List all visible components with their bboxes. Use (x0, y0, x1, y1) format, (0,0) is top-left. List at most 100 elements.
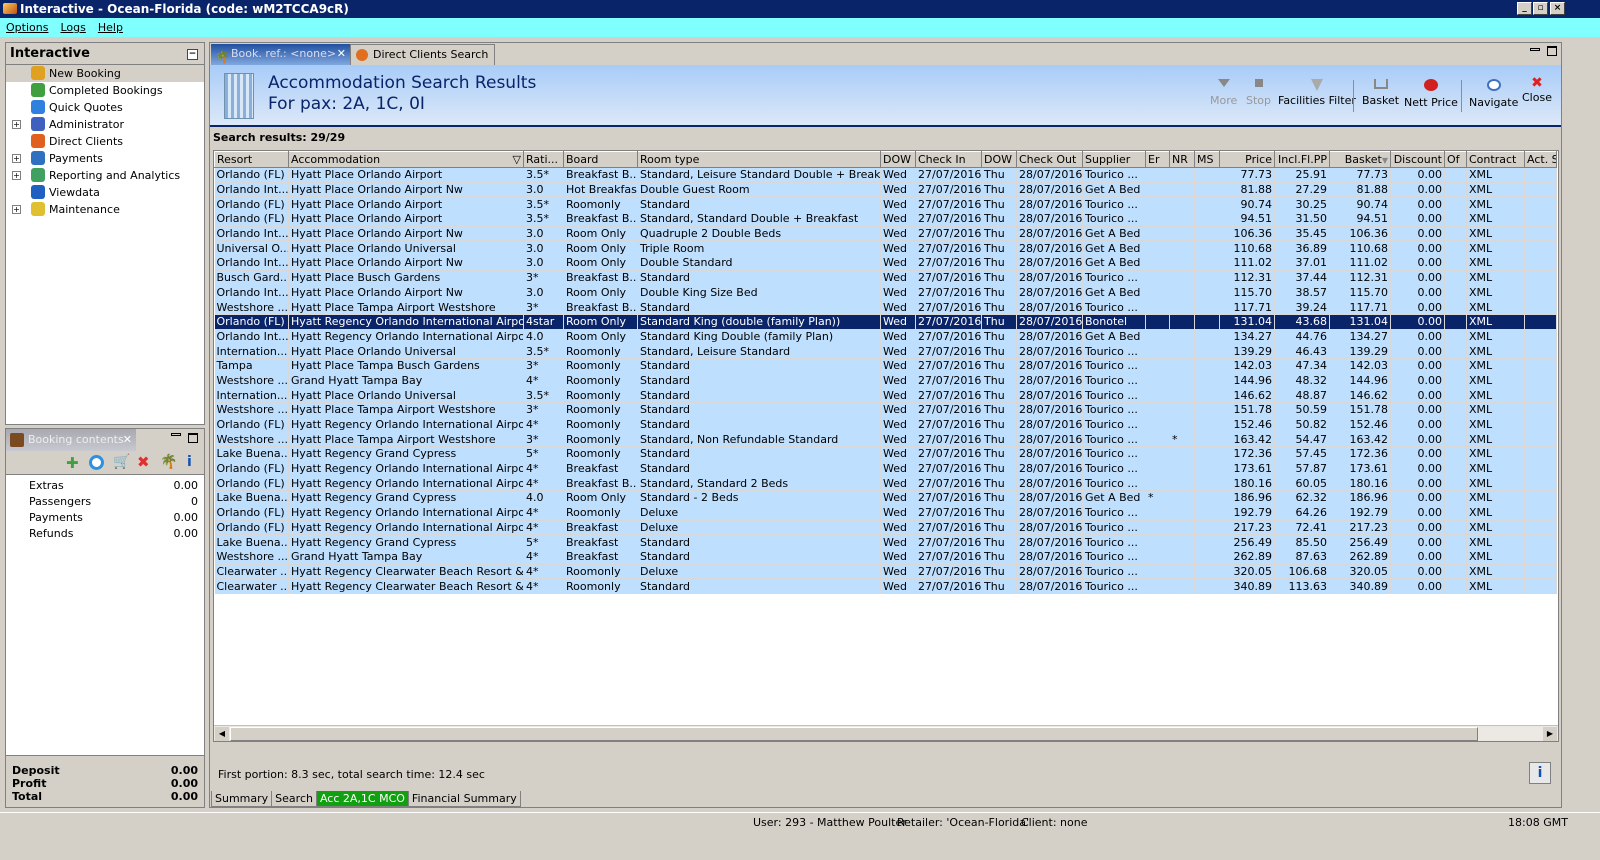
column-header[interactable]: DOW (880, 151, 916, 168)
close-tab-icon[interactable]: ✕ (123, 429, 132, 451)
maximize-doc-icon[interactable] (1547, 46, 1557, 56)
column-header[interactable]: Check In (915, 151, 982, 168)
facilities-filter-button[interactable]: Facilities Filter (1278, 79, 1356, 107)
minimize-panel-icon[interactable] (171, 433, 181, 436)
table-row[interactable]: Orlando (FL) Hyatt Regency Orlando Intern… (214, 417, 1557, 433)
table-row[interactable]: Tampa Hyatt Place Tampa Busch Gardens 3* Ro… (214, 358, 1557, 374)
table-row[interactable]: Internation... Hyatt Place Orlando Univer… (214, 343, 1557, 359)
scroll-left-icon[interactable]: ◀ (215, 727, 229, 741)
expand-icon[interactable]: + (12, 154, 21, 163)
delete-icon[interactable]: ✖ (137, 453, 150, 471)
clock-icon[interactable] (89, 455, 104, 470)
tab-direct-clients-search[interactable]: Direct Clients Search (350, 44, 495, 65)
sidebar-item[interactable]: + Administrator (6, 116, 204, 133)
column-header[interactable]: Check Out (1016, 151, 1083, 168)
basket-button[interactable]: Basket (1362, 79, 1399, 107)
column-header[interactable]: MS (1194, 151, 1220, 168)
table-row[interactable]: Orlando (FL) Hyatt Regency Orlando Intern… (214, 475, 1557, 492)
expand-icon[interactable]: + (12, 171, 21, 180)
column-header[interactable]: Contract (1466, 151, 1525, 168)
sidebar-item[interactable]: Quick Quotes (6, 99, 204, 116)
palm-icon[interactable]: 🌴 (160, 454, 177, 470)
table-row[interactable]: Westshore ... Grand Hyatt Tampa Bay 4* Room… (214, 373, 1557, 389)
table-row[interactable]: Orlando (FL) Hyatt Regency Orlando Intern… (214, 505, 1557, 521)
nett-price-button[interactable]: Nett Price (1404, 79, 1458, 109)
table-row[interactable]: Orlando Int... Hyatt Place Orlando Airpor… (214, 226, 1557, 242)
menu-help[interactable]: Help (98, 21, 123, 34)
table-row[interactable]: Orlando (FL) Hyatt Place Orlando Airport 3… (214, 167, 1557, 183)
filter-icon[interactable]: ▽ (513, 153, 521, 166)
booking-contents-tab[interactable]: Booking contents ✕ (6, 429, 136, 451)
column-header[interactable]: NR (1169, 151, 1195, 168)
column-header[interactable]: Room type (637, 151, 881, 168)
expand-icon[interactable]: + (12, 120, 21, 129)
table-row[interactable]: Orlando Int... Hyatt Place Orlando Airpor… (214, 285, 1557, 301)
table-row[interactable]: Universal O... Hyatt Place Orlando Univer… (214, 240, 1557, 257)
stop-button[interactable]: Stop (1246, 79, 1271, 107)
info-icon[interactable]: i (187, 454, 192, 470)
bottom-tab[interactable]: Search (271, 791, 317, 807)
menu-logs[interactable]: Logs (60, 21, 85, 34)
more-button[interactable]: More (1210, 79, 1237, 107)
table-row[interactable]: Busch Gard... Hyatt Place Busch Gardens 3*… (214, 270, 1557, 286)
navigate-button[interactable]: Navigate (1469, 79, 1518, 109)
horizontal-scrollbar[interactable]: ◀ ▶ (214, 725, 1558, 741)
column-header[interactable]: Discount (1390, 151, 1445, 168)
add-icon[interactable]: ✚ (66, 454, 79, 472)
table-row[interactable]: Westshore ... Hyatt Place Tampa Airport W… (214, 299, 1557, 315)
table-row[interactable]: Orlando Int... Hyatt Place Orlando Airpor… (214, 255, 1557, 271)
sidebar-item[interactable]: + Payments (6, 150, 204, 167)
table-row[interactable]: Westshore ... Hyatt Place Tampa Airport W… (214, 402, 1557, 418)
table-row[interactable]: Lake Buena... Hyatt Regency Grand Cypress… (214, 490, 1557, 506)
column-header[interactable]: DOW (981, 151, 1017, 168)
minimize-button[interactable]: _ (1517, 2, 1532, 15)
collapse-icon[interactable]: − (187, 49, 198, 60)
column-header[interactable]: Incl.Fl.PP (1274, 151, 1330, 168)
table-row[interactable]: Internation... Hyatt Place Orlando Univer… (214, 387, 1557, 403)
table-row[interactable]: Lake Buena... Hyatt Regency Grand Cypress… (214, 446, 1557, 462)
table-row[interactable]: Orlando Int... Hyatt Place Orlando Airpor… (214, 182, 1557, 198)
sidebar-item[interactable]: Completed Bookings (6, 82, 204, 99)
close-button[interactable]: ✖ Close (1522, 75, 1552, 104)
table-row[interactable]: Westshore ... Hyatt Place Tampa Airport W… (214, 431, 1557, 448)
maximize-button[interactable]: ▫ (1533, 2, 1548, 15)
table-row[interactable]: Orlando (FL) Hyatt Regency Orlando Intern… (214, 461, 1557, 477)
table-row[interactable]: Orlando (FL) Hyatt Place Orlando Airport 3… (214, 196, 1557, 213)
table-row[interactable]: Lake Buena... Hyatt Regency Grand Cypress… (214, 534, 1557, 550)
bottom-tab[interactable]: Financial Summary (407, 791, 521, 807)
table-row[interactable]: Clearwater ... Hyatt Regency Clearwater B… (214, 578, 1557, 594)
column-header[interactable]: Resort (214, 151, 289, 168)
sidebar-item[interactable]: Viewdata (6, 184, 204, 201)
table-row[interactable]: Orlando (FL) Hyatt Regency Orlando Intern… (214, 314, 1557, 330)
sidebar-item[interactable]: + Reporting and Analytics (6, 167, 204, 184)
column-header[interactable]: Er (1145, 151, 1170, 168)
table-row[interactable]: Orlando (FL) Hyatt Place Orlando Airport 3… (214, 211, 1557, 227)
bottom-tab[interactable]: Summary (211, 791, 273, 807)
info-button[interactable]: i (1529, 762, 1551, 784)
column-header[interactable]: Of (1444, 151, 1467, 168)
tab-booking[interactable]: 🌴 Book. ref.: <none> ✕ (211, 44, 350, 65)
table-row[interactable]: Orlando (FL) Hyatt Regency Orlando Intern… (214, 520, 1557, 536)
column-header[interactable]: Price (1219, 151, 1275, 168)
bottom-tab[interactable]: Acc 2A,1C MCO (315, 791, 409, 807)
basket-transfer-icon[interactable]: 🛒 (113, 454, 130, 470)
column-header[interactable]: Act. S (1524, 151, 1557, 168)
table-row[interactable]: Clearwater ... Hyatt Regency Clearwater B… (214, 564, 1557, 580)
minimize-doc-icon[interactable] (1530, 48, 1540, 51)
close-window-button[interactable]: × (1550, 2, 1565, 15)
column-header[interactable]: Rati... (523, 151, 564, 168)
table-row[interactable]: Orlando Int... Hyatt Regency Orlando Inte… (214, 329, 1557, 345)
column-header[interactable]: Accommodation ▽ (288, 151, 524, 168)
sidebar-item[interactable]: Direct Clients (6, 133, 204, 150)
close-tab-icon[interactable]: ✕ (337, 44, 346, 64)
column-header[interactable]: Supplier (1082, 151, 1146, 168)
table-row[interactable]: Westshore ... Grand Hyatt Tampa Bay 4* Brea… (214, 549, 1557, 565)
scroll-right-icon[interactable]: ▶ (1543, 727, 1557, 741)
column-header[interactable]: Basket▼ (1329, 151, 1391, 168)
maximize-panel-icon[interactable] (188, 433, 198, 443)
column-header[interactable]: Board (563, 151, 638, 168)
expand-icon[interactable]: + (12, 205, 21, 214)
scrollbar-thumb[interactable] (230, 727, 1478, 741)
sidebar-item[interactable]: + Maintenance (6, 201, 204, 218)
menu-options[interactable]: Options (6, 21, 48, 34)
